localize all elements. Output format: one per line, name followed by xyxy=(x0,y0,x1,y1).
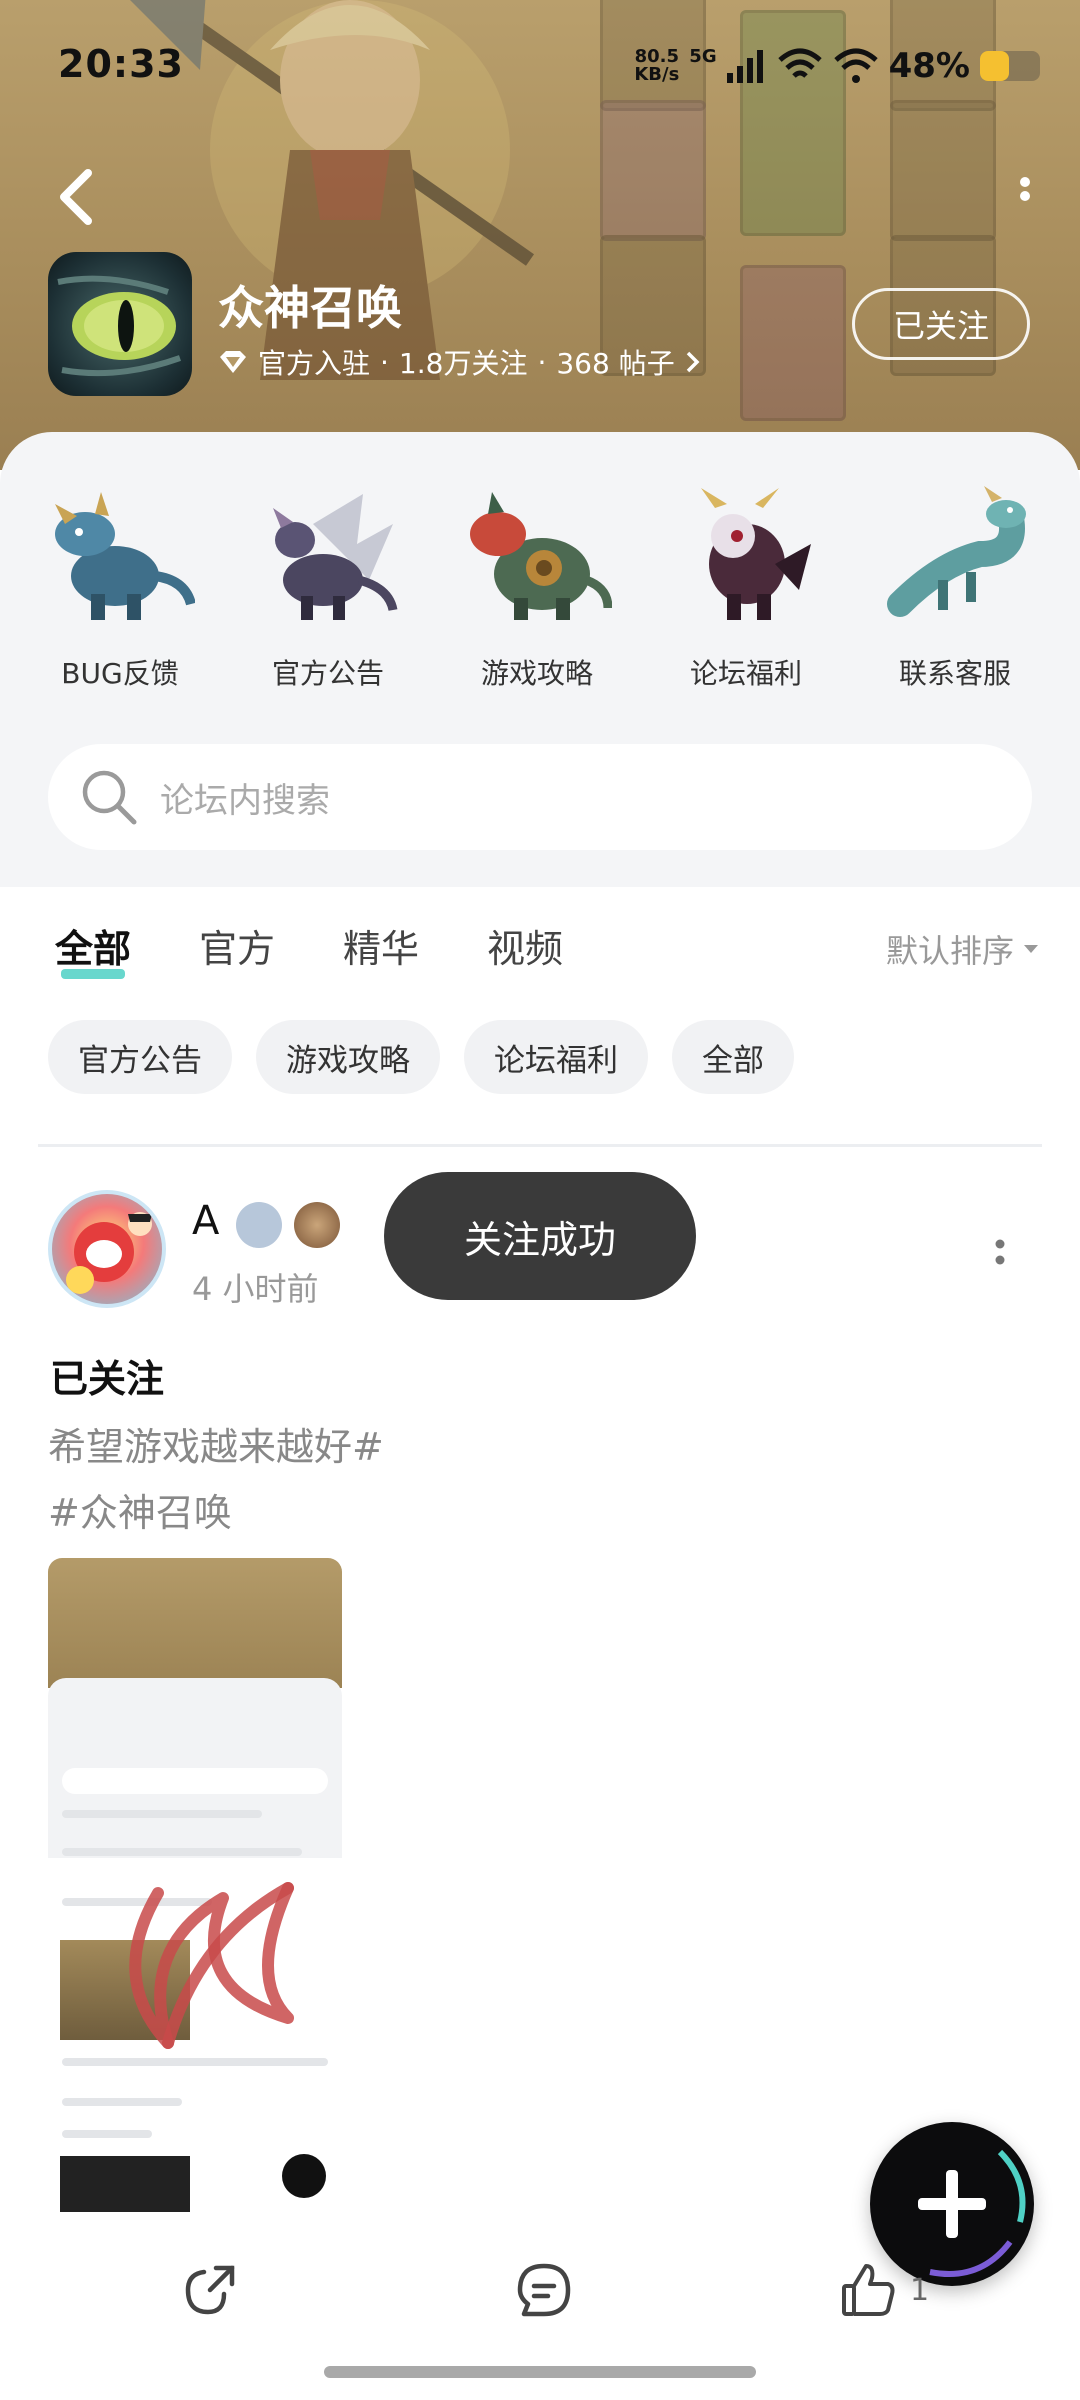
tab-video[interactable]: 视频 xyxy=(487,918,563,973)
sort-label: 默认排序 xyxy=(885,932,1014,970)
chip-all[interactable]: 全部 xyxy=(672,1020,794,1094)
chip-game-guide[interactable]: 游戏攻略 xyxy=(256,1020,440,1094)
battery-percent: 48% xyxy=(888,46,970,86)
more-vertical-icon[interactable] xyxy=(1000,170,1050,220)
chip-official-announcement[interactable]: 官方公告 xyxy=(48,1020,232,1094)
post-count: 368 帖子 xyxy=(556,347,675,380)
network-speed: 80.5 KB/s xyxy=(634,46,680,85)
author-name[interactable]: A xyxy=(192,1198,219,1244)
forum-header: 20:33 80.5 KB/s 5G 48% 众神召唤 官方入驻 · 1.8万关… xyxy=(0,0,1080,470)
wifi-icon-secondary xyxy=(833,48,878,83)
caret-down-icon xyxy=(1024,945,1038,953)
game-logo xyxy=(48,252,192,396)
winged-dragon-icon xyxy=(273,494,398,620)
follower-count: 1.8万关注 xyxy=(398,347,528,380)
status-icons: 80.5 KB/s 5G 48% xyxy=(634,46,1040,86)
battery-icon xyxy=(980,51,1040,81)
dragon-eye-icon xyxy=(57,275,182,377)
author-avatar[interactable] xyxy=(48,1190,166,1308)
divider xyxy=(38,1144,1042,1147)
post-time: 4 小时前 xyxy=(192,1270,319,1308)
category-game-guide[interactable]: 游戏攻略 xyxy=(437,484,637,692)
post-body[interactable]: 希望游戏越来越好# #众神召唤 xyxy=(48,1414,384,1546)
post-title[interactable]: 已关注 xyxy=(50,1348,164,1403)
category-bug-feedback[interactable]: BUG反馈 xyxy=(20,484,220,692)
forum-search-input[interactable]: 论坛内搜索 xyxy=(48,744,1032,850)
category-official-announcement[interactable]: 官方公告 xyxy=(228,484,428,692)
wifi-icon xyxy=(777,48,822,78)
category-sheet: BUG反馈 官方公告 游戏攻略 论坛福利 联系客服 论坛内搜索 xyxy=(0,432,1080,887)
follow-success-toast: 关注成功 xyxy=(384,1172,696,1300)
filter-chips: 官方公告 游戏攻略 论坛福利 全部 xyxy=(48,1020,794,1094)
search-icon xyxy=(82,770,137,825)
comment-icon xyxy=(517,2263,571,2317)
search-placeholder: 论坛内搜索 xyxy=(160,780,330,821)
tab-official[interactable]: 官方 xyxy=(199,918,275,973)
share-icon xyxy=(185,2265,235,2315)
level-badge-icon xyxy=(236,1202,282,1248)
network-type: 5G xyxy=(689,46,717,67)
dark-dragon-icon xyxy=(701,488,811,620)
post-more-icon[interactable] xyxy=(990,1232,1010,1282)
comment-button[interactable] xyxy=(514,2230,574,2350)
forum-meta[interactable]: 官方入驻 · 1.8万关注 · 368 帖子 xyxy=(218,342,701,382)
red-scribble-icon xyxy=(129,1882,294,2049)
category-forum-perks[interactable]: 论坛福利 xyxy=(646,484,846,692)
turtle-dragon-icon xyxy=(470,492,612,620)
back-arrow-icon[interactable] xyxy=(52,165,102,229)
category-contact-support[interactable]: 联系客服 xyxy=(855,484,1055,692)
signal-icon xyxy=(726,50,763,83)
fan-badge-icon xyxy=(294,1202,340,1248)
blue-dragon-icon xyxy=(55,492,195,620)
avatar-character-icon xyxy=(66,1212,152,1294)
battery-level xyxy=(980,51,1009,81)
followed-button[interactable]: 已关注 xyxy=(852,288,1030,360)
chip-forum-perks[interactable]: 论坛福利 xyxy=(464,1020,648,1094)
tab-all[interactable]: 全部 xyxy=(55,918,131,979)
forum-title: 众神召唤 xyxy=(218,281,402,335)
teal-dragon-icon xyxy=(887,486,1026,617)
like-button[interactable]: 1 xyxy=(838,2230,929,2350)
tab-featured[interactable]: 精华 xyxy=(343,918,419,973)
feed-tabs: 全部 官方 精华 视频 xyxy=(55,918,563,979)
chevron-right-icon xyxy=(686,351,700,373)
like-count: 1 xyxy=(910,2272,930,2308)
official-label: 官方入驻 xyxy=(258,347,371,380)
share-button[interactable] xyxy=(180,2230,240,2350)
home-indicator[interactable] xyxy=(324,2366,756,2378)
thumbs-up-icon xyxy=(842,2264,895,2316)
diamond-badge-icon xyxy=(220,351,246,373)
post-hashtag: #众神召唤 xyxy=(48,1491,232,1535)
sort-dropdown[interactable]: 默认排序 xyxy=(886,926,1040,972)
post-action-bar: 1 xyxy=(0,2230,1080,2350)
status-time: 20:33 xyxy=(58,42,184,86)
